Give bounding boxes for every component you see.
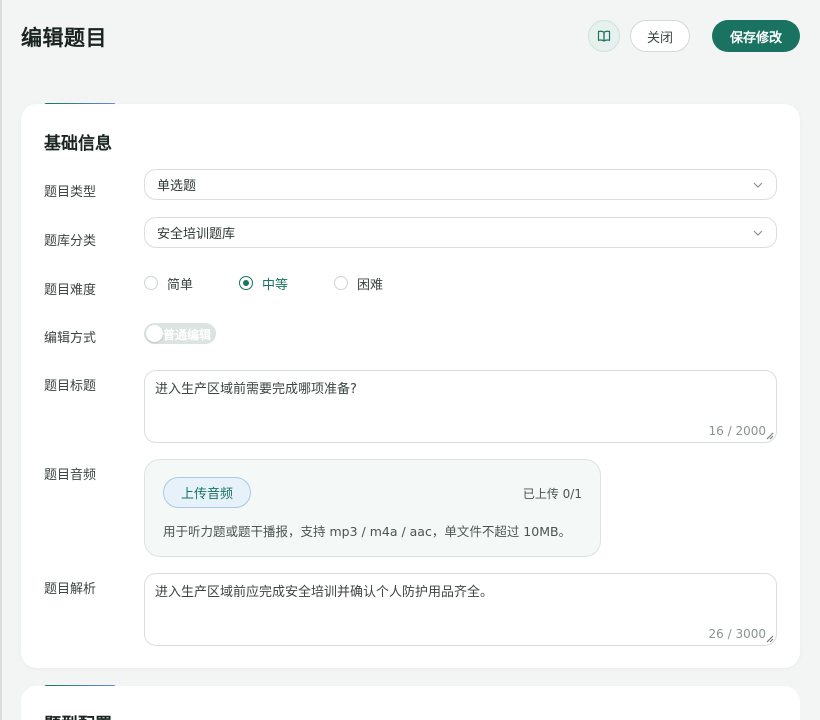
basic-info-card: 基础信息 题目类型 单选题 题库分类 安全培训题库 题目难度 简单 中等 困难 … <box>21 104 800 668</box>
upload-audio-button[interactable]: 上传音频 <box>163 477 251 508</box>
bank-select[interactable]: 安全培训题库 <box>144 217 777 248</box>
difficulty-option-hard[interactable]: 困难 <box>334 274 383 293</box>
chevron-down-icon <box>753 230 763 236</box>
chevron-down-icon <box>753 182 763 188</box>
toggle-label: 普通编辑 <box>163 328 212 342</box>
difficulty-option-medium[interactable]: 中等 <box>239 274 288 293</box>
edit-mode-label: 编辑方式 <box>44 331 97 346</box>
question-title-input[interactable]: 进入生产区域前需要完成哪项准备? 16 / 2000 <box>144 370 777 443</box>
bank-select-value: 安全培训题库 <box>157 227 236 242</box>
audio-upload-box: 上传音频 已上传 0/1 用于听力题或题干播报，支持 mp3 / m4a / a… <box>144 459 601 557</box>
radio-label: 简单 <box>167 277 194 293</box>
difficulty-option-easy[interactable]: 简单 <box>144 274 193 293</box>
window-edge <box>0 0 2 720</box>
bank-label: 题库分类 <box>44 234 97 249</box>
edit-mode-toggle[interactable]: 普通编辑 <box>144 323 216 344</box>
section-title-config: 题型配置 <box>44 710 112 720</box>
page-title: 编辑题目 <box>21 26 107 50</box>
book-open-icon <box>597 30 611 42</box>
resize-grip-icon[interactable] <box>766 432 774 440</box>
config-card: 题型配置 <box>21 686 800 720</box>
radio-label: 困难 <box>357 277 384 293</box>
question-title-count: 16 / 2000 <box>708 424 766 438</box>
analysis-count: 26 / 3000 <box>708 627 766 641</box>
radio-label: 中等 <box>262 277 289 293</box>
toggle-knob <box>146 325 163 342</box>
audio-label: 题目音频 <box>44 468 97 483</box>
type-label: 题目类型 <box>44 185 97 200</box>
difficulty-label: 题目难度 <box>44 283 97 298</box>
audio-hint: 用于听力题或题干播报，支持 mp3 / m4a / aac，单文件不超过 10M… <box>163 524 572 539</box>
resize-grip-icon[interactable] <box>766 635 774 643</box>
type-select[interactable]: 单选题 <box>144 169 777 200</box>
book-button[interactable] <box>588 20 620 52</box>
question-title-value: 进入生产区域前需要完成哪项准备? <box>155 382 357 397</box>
analysis-value: 进入生产区域前应完成安全培训并确认个人防护用品齐全。 <box>155 585 494 600</box>
radio-dot <box>334 276 349 290</box>
radio-dot <box>144 276 158 290</box>
page-header: 编辑题目 关闭 保存修改 <box>0 0 820 72</box>
type-select-value: 单选题 <box>157 179 197 194</box>
save-button[interactable]: 保存修改 <box>712 20 800 52</box>
radio-dot <box>239 276 254 290</box>
section-title-basic: 基础信息 <box>44 134 112 154</box>
difficulty-radio-group: 简单 中等 困难 <box>144 273 429 293</box>
question-title-label: 题目标题 <box>44 379 97 394</box>
close-button[interactable]: 关闭 <box>630 20 690 52</box>
analysis-label: 题目解析 <box>44 582 97 597</box>
uploaded-count: 已上传 0/1 <box>522 487 582 501</box>
analysis-input[interactable]: 进入生产区域前应完成安全培训并确认个人防护用品齐全。 26 / 3000 <box>144 573 777 646</box>
